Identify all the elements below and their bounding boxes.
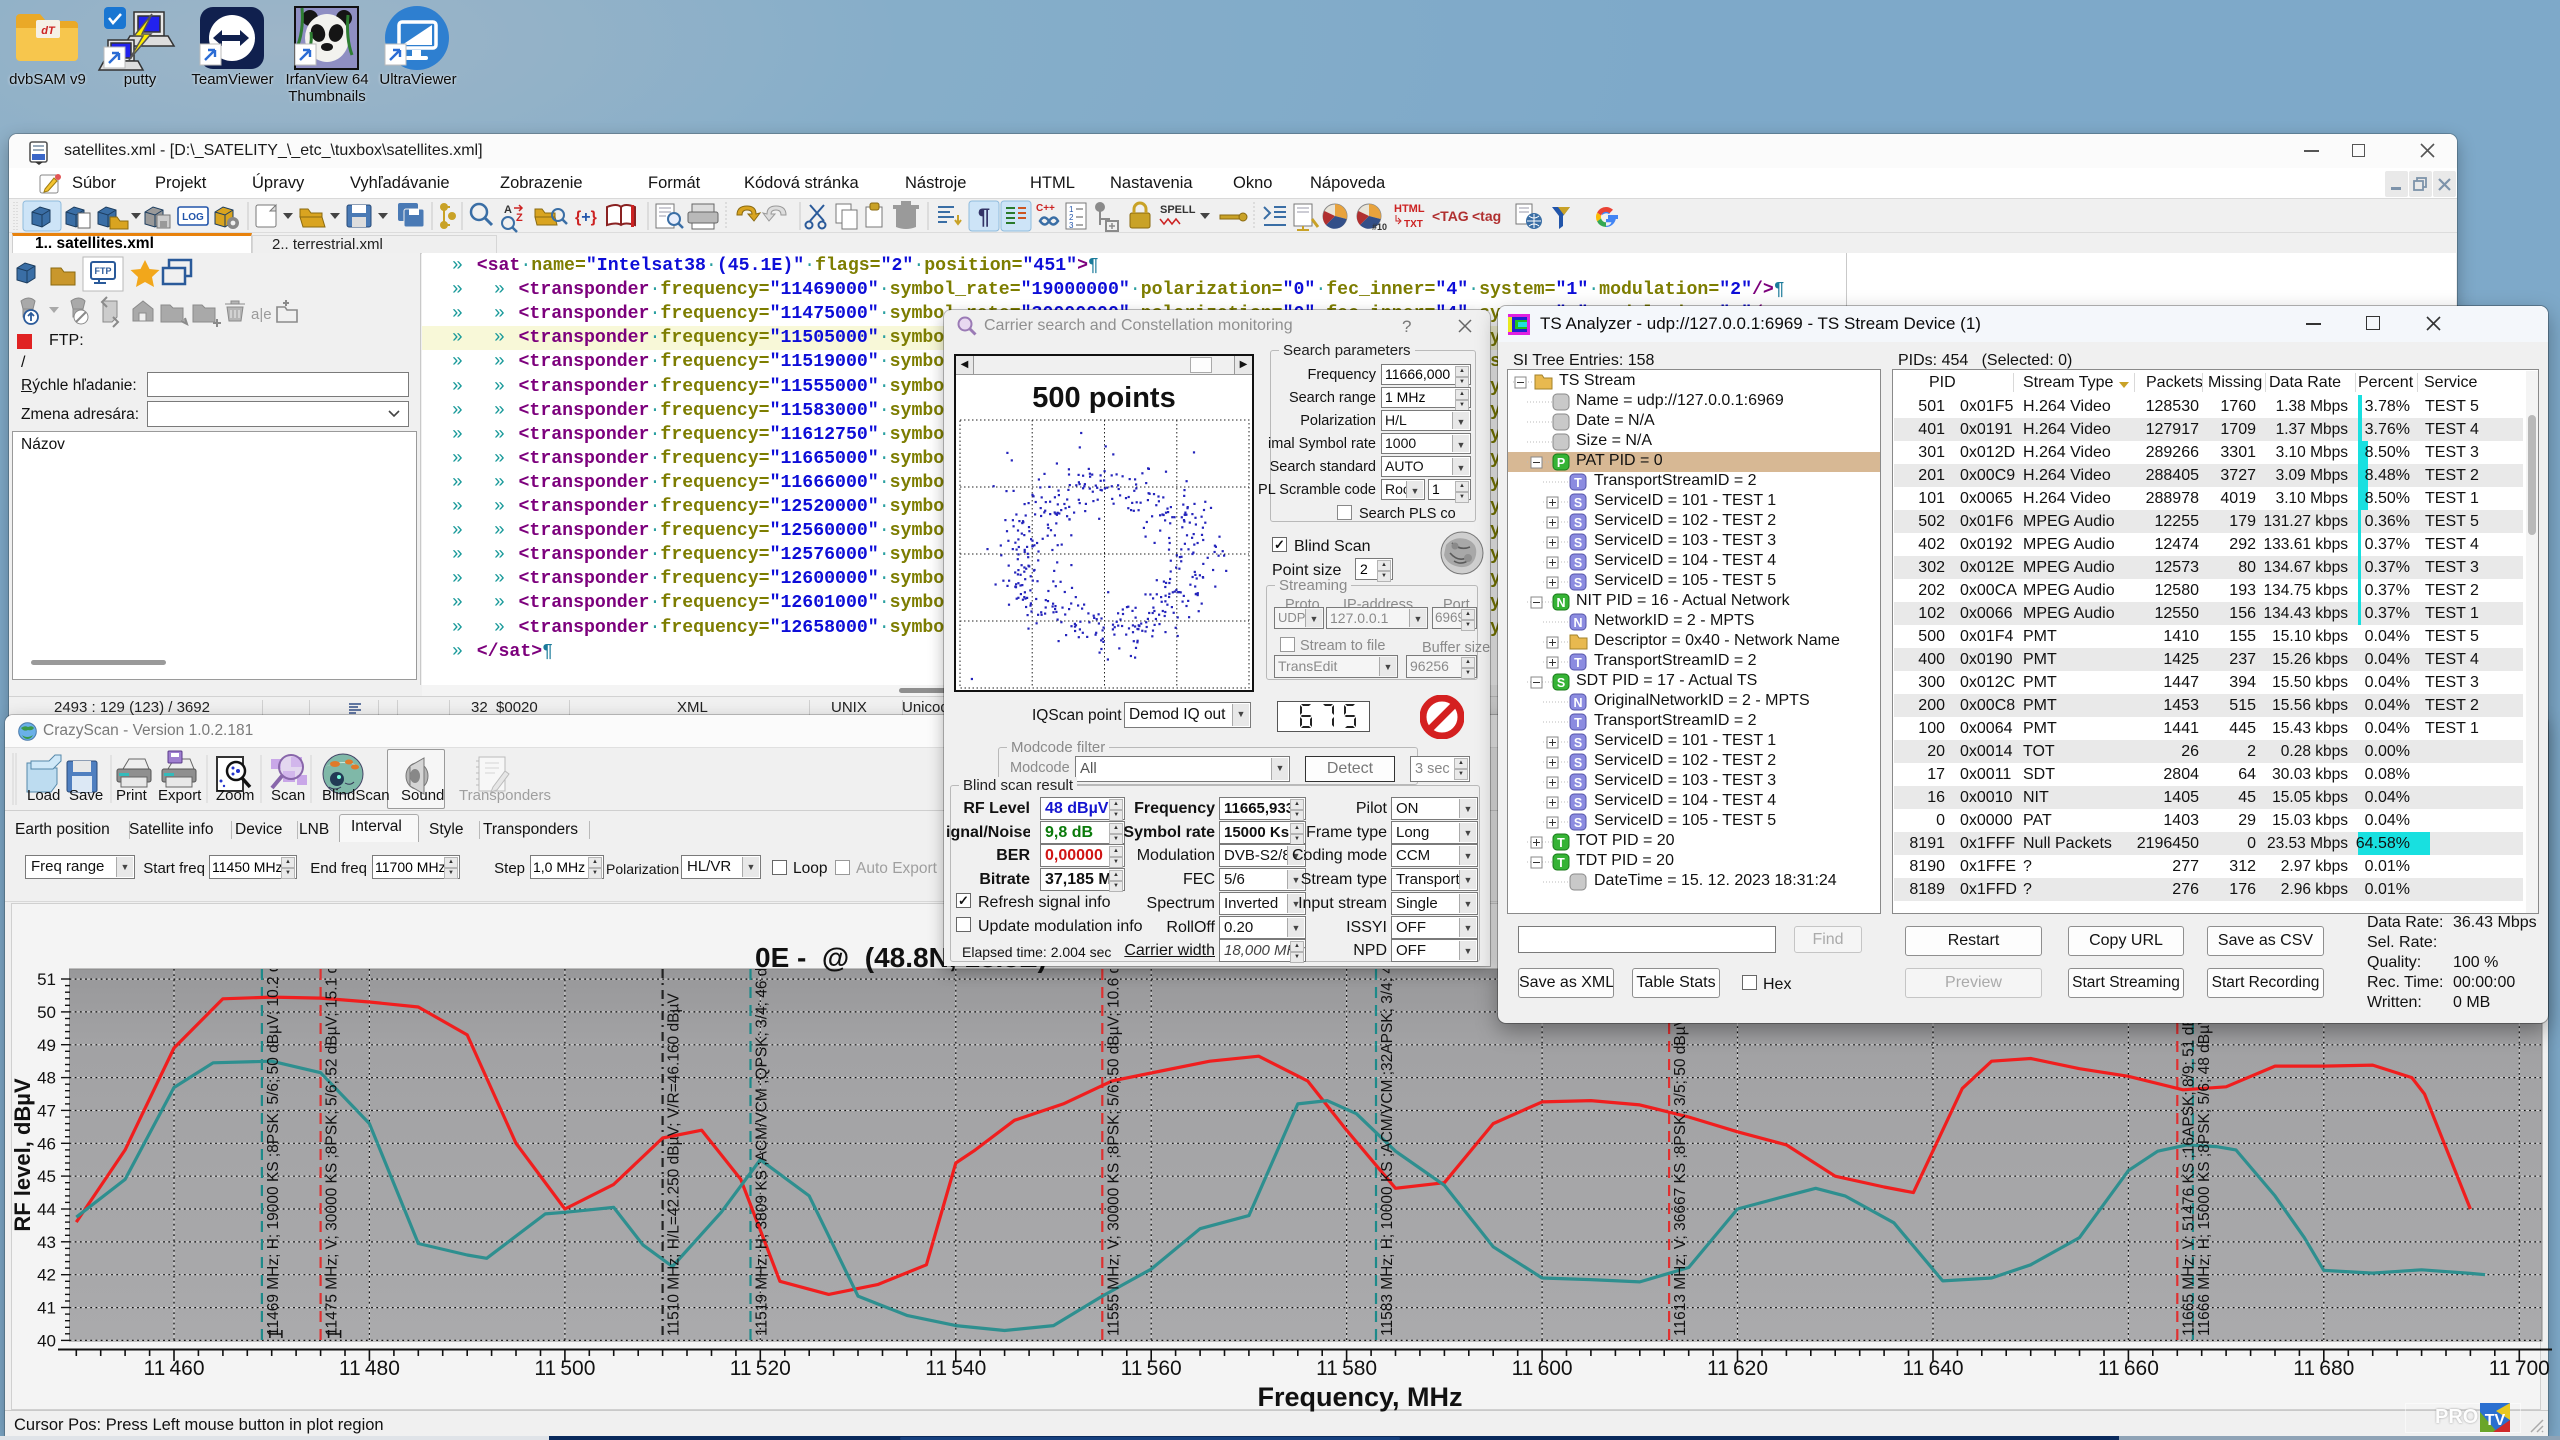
svg-text:A: A [504, 204, 512, 216]
svg-text:{+}: {+} [575, 209, 597, 226]
svg-text:T: T [1574, 656, 1582, 670]
svg-text:S: S [1574, 776, 1582, 790]
svg-text:TV: TV [2485, 1412, 2506, 1429]
svg-text:T: T [1574, 476, 1582, 490]
svg-text:#10: #10 [1372, 222, 1387, 232]
svg-text:TXT: TXT [1404, 219, 1423, 230]
svg-text:S: S [1574, 556, 1582, 570]
svg-text:3: 3 [1069, 221, 1074, 230]
svg-text:<TAG: <TAG [1432, 208, 1469, 224]
svg-text:T: T [1574, 716, 1582, 730]
svg-text:HTML: HTML [1394, 203, 1425, 215]
svg-text:LOG: LOG [182, 212, 204, 223]
svg-text:S: S [1574, 816, 1582, 830]
svg-text:N: N [1556, 596, 1565, 610]
svg-text:T: T [1557, 856, 1565, 870]
svg-text:S: S [1574, 736, 1582, 750]
svg-text:N: N [1573, 616, 1582, 630]
svg-text:S: S [1574, 576, 1582, 590]
svg-text:a|e: a|e [251, 306, 272, 323]
svg-text:S: S [1574, 516, 1582, 530]
svg-text:S: S [1574, 756, 1582, 770]
svg-text:C++: C++ [1036, 203, 1055, 214]
svg-text:dT: dT [41, 25, 56, 37]
svg-text:<tag: <tag [1472, 208, 1501, 224]
svg-text:FTP: FTP [95, 266, 112, 276]
svg-text:Z: Z [516, 212, 523, 224]
svg-text:S: S [1574, 796, 1582, 810]
svg-text:P: P [1557, 456, 1565, 470]
svg-text:SPELL: SPELL [1160, 204, 1196, 216]
svg-text:S: S [1574, 536, 1582, 550]
svg-text:T: T [1557, 836, 1565, 850]
svg-text:S: S [1557, 676, 1565, 690]
svg-text:¶: ¶ [978, 204, 990, 229]
svg-text:S: S [1574, 496, 1582, 510]
svg-text:N: N [1573, 696, 1582, 710]
